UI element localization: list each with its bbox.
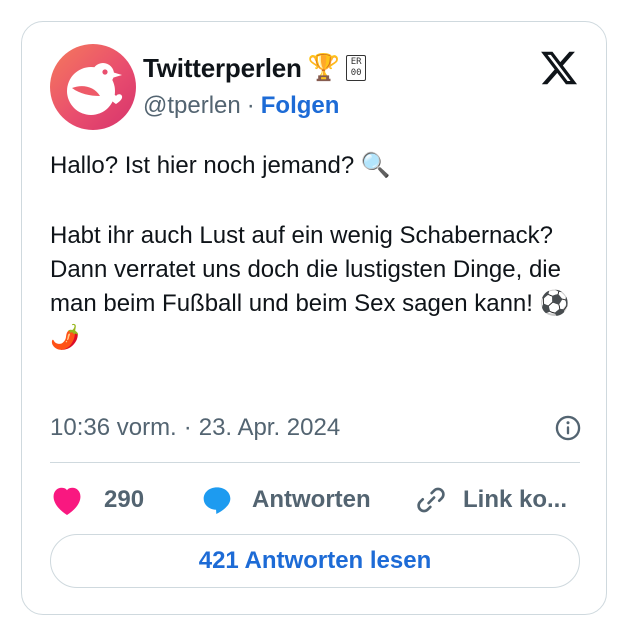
eu-badge-icon: ER 00 [346, 55, 367, 81]
tweet-line-3: Dann verratet uns doch die lustigsten Di… [50, 256, 570, 351]
like-count: 290 [104, 486, 145, 513]
heart-icon [53, 487, 81, 516]
copy-link-label: Link ko... [463, 486, 568, 513]
reply-button[interactable]: Antworten [200, 484, 415, 516]
tweet-line-1: Hallo? Ist hier noch jemand? 🔍 [50, 152, 391, 179]
link-icon [417, 487, 445, 513]
like-button[interactable]: 290 [50, 484, 200, 516]
tweet-time: 10:36 vorm. [50, 414, 177, 441]
reply-bubble-icon [203, 487, 231, 514]
x-logo-icon[interactable] [539, 48, 579, 88]
author-display-name[interactable]: Twitterperlen [143, 53, 302, 84]
author-handle-row: @tperlen · Folgen [143, 92, 339, 120]
avatar[interactable] [50, 44, 136, 130]
author-handle[interactable]: @tperlen [143, 92, 241, 120]
tweet-timestamp[interactable]: 10:36 vorm. · 23. Apr. 2024 [50, 411, 580, 445]
tweet-actions: 290 Antworten Link ko... [50, 480, 580, 520]
author-name-row: Twitterperlen 🏆 ER 00 [143, 50, 367, 86]
tweet-text: Hallo? Ist hier noch jemand? 🔍 Habt ihr … [50, 149, 590, 355]
info-icon[interactable] [554, 414, 582, 442]
handle-separator: · [246, 92, 255, 119]
trophy-icon: 🏆 [307, 53, 341, 83]
reply-label: Antworten [252, 486, 371, 513]
follow-button[interactable]: Folgen [261, 92, 340, 120]
copy-link-button[interactable]: Link ko... [415, 484, 567, 516]
tweet-line-2: Habt ihr auch Lust auf ein wenig Schaber… [50, 222, 553, 249]
divider [50, 462, 580, 463]
bird-icon [67, 63, 123, 115]
read-replies-button[interactable]: 421 Antworten lesen [50, 534, 580, 588]
tweet-date: 23. Apr. 2024 [198, 414, 341, 441]
tweet-embed-card: Twitterperlen 🏆 ER 00 @tperlen · Folgen H… [21, 21, 607, 615]
timestamp-separator: · [183, 414, 192, 441]
